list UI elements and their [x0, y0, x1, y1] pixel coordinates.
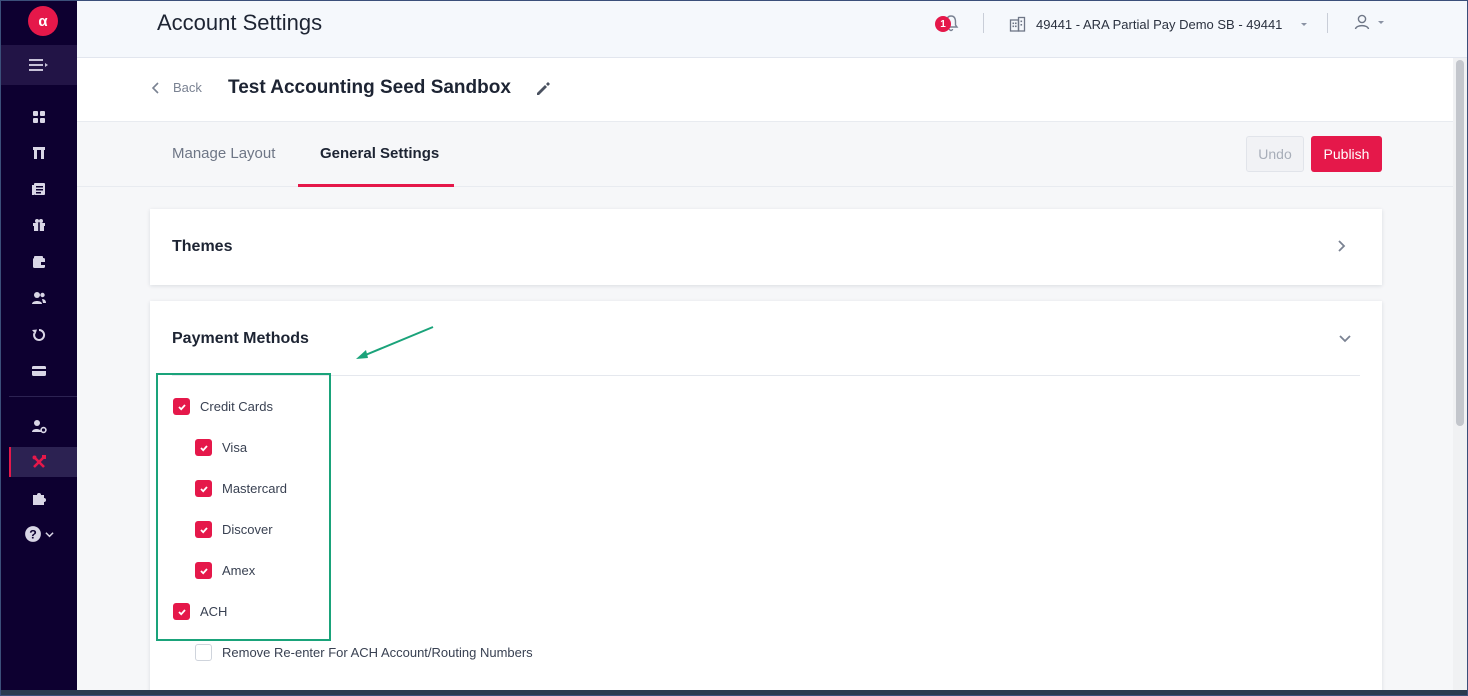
tab-manage-layout[interactable]: Manage Layout [172, 145, 275, 162]
refresh-icon [32, 328, 46, 341]
help-icon: ? [25, 526, 41, 542]
account-selector[interactable]: 49441 - ARA Partial Pay Demo SB - 49441 [1009, 13, 1308, 35]
back-button[interactable]: Back [151, 80, 202, 95]
taskbar-strip [1, 690, 1467, 695]
back-label: Back [173, 80, 202, 95]
themes-title: Themes [172, 238, 233, 255]
sidebar-item-users[interactable] [9, 283, 77, 313]
caret-down-icon [1378, 21, 1384, 24]
publish-button[interactable]: Publish [1311, 136, 1382, 172]
tools-icon [32, 455, 46, 468]
top-header: Account Settings 1 49441 - ARA Partial P… [77, 1, 1467, 58]
pencil-icon[interactable] [534, 80, 552, 98]
user-settings-icon [32, 420, 47, 434]
tabs-bar: Manage Layout General Settings Undo Publ… [77, 123, 1453, 187]
sidebar-item-invoices[interactable] [9, 174, 77, 204]
sidebar-item-wallet[interactable] [9, 247, 77, 277]
undo-button[interactable]: Undo [1246, 136, 1304, 172]
building-icon [1009, 16, 1026, 32]
tab-general-settings[interactable]: General Settings [320, 145, 439, 162]
header-divider [983, 13, 984, 33]
sidebar-item-gift[interactable] [9, 210, 77, 240]
checkbox-unchecked[interactable] [195, 644, 212, 661]
menu-toggle-button[interactable] [1, 45, 77, 85]
sidebar-divider [9, 396, 77, 397]
scrollbar-thumb[interactable] [1456, 60, 1464, 426]
annotation-arrow-icon [356, 326, 434, 359]
notification-badge: 1 [935, 16, 951, 32]
dashboard-icon [33, 111, 45, 123]
checkbox-label: Remove Re-enter For ACH Account/Routing … [222, 645, 533, 660]
hamburger-icon [29, 59, 48, 71]
notifications-button[interactable]: 1 [935, 13, 961, 35]
chevron-left-icon [151, 81, 159, 94]
caret-down-icon [1301, 23, 1308, 26]
user-menu[interactable] [1353, 13, 1385, 31]
sidebar: α ? [1, 1, 77, 691]
gift-icon [33, 219, 45, 231]
puzzle-icon [33, 493, 46, 505]
wallet-icon [33, 256, 45, 268]
site-title: Test Accounting Seed Sandbox [228, 77, 511, 98]
themes-card[interactable]: Themes [150, 209, 1382, 285]
chevron-down-icon [45, 531, 54, 537]
sidebar-item-user-settings[interactable] [9, 411, 77, 441]
app-window: α ? Account Settings 1 49441 - ARA Parti… [0, 0, 1468, 696]
sidebar-item-columns[interactable] [9, 138, 77, 168]
sidebar-item-card[interactable] [9, 356, 77, 386]
chevron-right-icon[interactable] [1334, 239, 1348, 253]
header-divider [1327, 13, 1328, 33]
payment-methods-title: Payment Methods [172, 330, 309, 347]
remove-reenter-ach-checkbox[interactable]: Remove Re-enter For ACH Account/Routing … [195, 644, 533, 661]
columns-icon [33, 147, 45, 159]
brand-logo[interactable]: α [28, 6, 58, 36]
card-icon [32, 366, 46, 376]
svg-text:?: ? [29, 528, 37, 542]
sidebar-item-help[interactable]: ? [9, 519, 77, 549]
section-divider [172, 375, 1360, 376]
annotation-highlight-box [156, 373, 331, 641]
page-title: Account Settings [157, 10, 323, 35]
sidebar-item-tools[interactable] [9, 447, 77, 477]
vertical-scrollbar[interactable] [1453, 58, 1467, 691]
payment-methods-card: Payment Methods Credit Cards Visa Master… [150, 301, 1382, 695]
account-label: 49441 - ARA Partial Pay Demo SB - 49441 [1036, 16, 1283, 32]
users-icon [32, 292, 46, 304]
active-tab-indicator [298, 184, 454, 187]
invoices-icon [32, 183, 45, 195]
sub-header: Back Test Accounting Seed Sandbox [77, 58, 1453, 122]
sidebar-item-refresh[interactable] [9, 320, 77, 350]
sidebar-item-integrations[interactable] [9, 483, 77, 513]
sidebar-item-dashboard[interactable] [9, 102, 77, 132]
user-icon [1354, 14, 1370, 30]
chevron-down-icon[interactable] [1338, 331, 1352, 345]
